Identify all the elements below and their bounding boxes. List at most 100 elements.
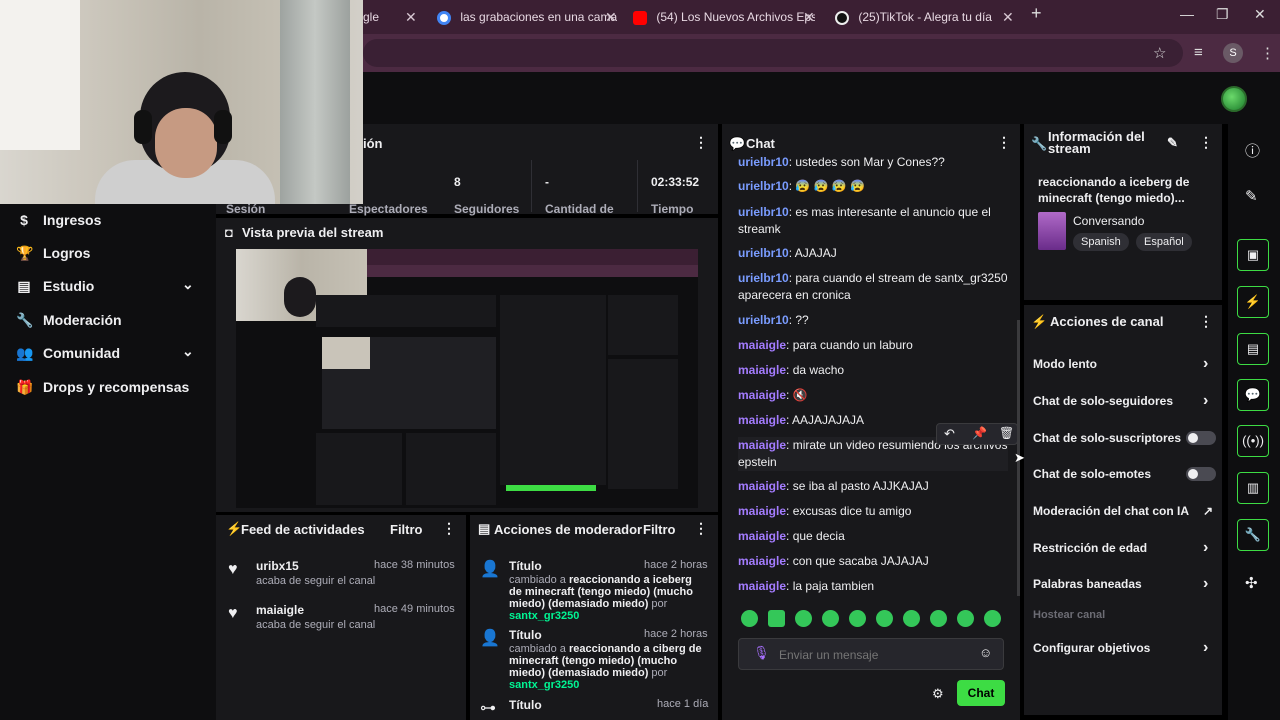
rail-button-lightning[interactable]: ⚡ [1237, 286, 1269, 318]
pin-icon[interactable]: 📌 [972, 426, 987, 440]
chat-username[interactable]: urielbr10 [738, 313, 789, 327]
more-options-icon[interactable]: ⋮ [694, 134, 708, 151]
more-options-icon[interactable]: ⋮ [997, 134, 1011, 151]
pencil-icon[interactable]: ✎ [1167, 135, 1178, 151]
rail-button-camera[interactable]: ▣ [1237, 239, 1269, 271]
chat-username[interactable]: urielbr10 [738, 155, 789, 169]
chat-username[interactable]: maiaigle [738, 529, 786, 543]
nav-item-moderacion[interactable]: 🔧 Moderación [0, 304, 216, 336]
new-tab-button[interactable]: + [1031, 3, 1042, 24]
reply-icon[interactable]: ↶ [944, 426, 955, 442]
pencil-icon[interactable]: ✎ [1245, 187, 1258, 205]
action-followers-only[interactable]: Chat de solo-seguidores › [1033, 392, 1218, 414]
nav-item-drops[interactable]: 🎁 Drops y recompensas [0, 371, 216, 403]
nav-item-ingresos[interactable]: $ Ingresos [0, 204, 216, 236]
close-window-button[interactable]: ✕ [1254, 6, 1266, 23]
browser-tab-2[interactable]: las grabaciones en una camara ✕ [437, 4, 617, 30]
emote-icon[interactable] [984, 610, 1001, 627]
profile-avatar[interactable]: S [1223, 43, 1243, 63]
rail-button-list[interactable]: ▤ [1237, 333, 1269, 365]
action-ai-moderation[interactable]: Moderación del chat con IA ↗ [1033, 504, 1218, 524]
feed-filter-button[interactable]: Filtro [390, 522, 423, 537]
chat-input[interactable] [779, 646, 959, 664]
toggle-icon: ⊶ [480, 700, 496, 717]
chevron-down-icon[interactable]: ⌄ [182, 276, 194, 293]
minimize-button[interactable]: — [1180, 6, 1194, 22]
browser-tab-4[interactable]: (25)TikTok - Alegra tu día ✕ [835, 4, 1017, 30]
tag-spanish[interactable]: Spanish [1073, 233, 1129, 251]
close-icon[interactable]: ✕ [405, 4, 418, 30]
chat-username[interactable]: maiaigle [738, 413, 786, 427]
trash-icon[interactable]: 🗑 [999, 426, 1014, 440]
nav-item-logros[interactable]: 🏆 Logros [0, 237, 216, 269]
emote-icon[interactable] [849, 610, 866, 627]
maximize-button[interactable]: ❐ [1216, 6, 1229, 23]
media-control-icon[interactable]: ≡ [1194, 44, 1203, 61]
emote-icon[interactable] [822, 610, 839, 627]
stream-preview-video[interactable] [236, 249, 698, 508]
more-options-icon[interactable]: ⋮ [1199, 313, 1213, 330]
nav-item-estudio[interactable]: ▤ Estudio ⌄ [0, 270, 216, 302]
bookmark-star-icon[interactable]: ☆ [1153, 44, 1166, 62]
subs-only-toggle[interactable] [1186, 431, 1216, 445]
tag-espanol[interactable]: Español [1136, 233, 1192, 251]
action-set-goals[interactable]: Configurar objetivos › [1033, 639, 1218, 661]
emoji-icon[interactable]: ☺ [979, 645, 992, 660]
gear-icon[interactable]: ⚙ [932, 686, 944, 702]
close-icon[interactable]: ✕ [803, 4, 815, 30]
mod-user[interactable]: santx_gr3250 [509, 610, 579, 622]
info-icon[interactable]: ⓘ [1245, 140, 1260, 161]
chat-username[interactable]: maiaigle [738, 438, 786, 452]
chat-input-box[interactable]: 🎙 ☺ [738, 638, 1004, 670]
mod-filter-button[interactable]: Filtro [643, 522, 676, 537]
emote-icon[interactable] [795, 610, 812, 627]
chat-username[interactable]: urielbr10 [738, 271, 789, 285]
category-name[interactable]: Conversando [1073, 214, 1144, 228]
mod-user[interactable]: santx_gr3250 [509, 679, 579, 691]
chat-username[interactable]: urielbr10 [738, 246, 789, 260]
extensions-icon[interactable]: ✣ [1245, 574, 1258, 592]
user-avatar[interactable] [1221, 86, 1247, 112]
category-box-art[interactable] [1038, 212, 1066, 250]
emote-icon[interactable] [741, 610, 758, 627]
emote-icon[interactable] [876, 610, 893, 627]
browser-tab-1[interactable]: gle ✕ [363, 4, 418, 30]
more-options-icon[interactable]: ⋮ [1199, 134, 1213, 151]
chat-username[interactable]: maiaigle [738, 554, 786, 568]
chat-username[interactable]: urielbr10 [738, 179, 789, 193]
emotes-only-toggle[interactable] [1186, 467, 1216, 481]
chat-username[interactable]: maiaigle [738, 479, 786, 493]
more-options-icon[interactable]: ⋮ [694, 520, 708, 537]
preview-info [608, 295, 678, 355]
close-icon[interactable]: ✕ [1002, 4, 1017, 30]
feed-username[interactable]: maiaigle [256, 603, 304, 617]
emote-icon[interactable] [930, 610, 947, 627]
emote-icon[interactable] [957, 610, 974, 627]
chat-username[interactable]: urielbr10 [738, 205, 789, 219]
rail-button-chat[interactable]: 💬 [1237, 379, 1269, 411]
chat-username[interactable]: maiaigle [738, 388, 786, 402]
emote-icon[interactable] [903, 610, 920, 627]
browser-tab-3[interactable]: (54) Los Nuevos Archivos Epste ✕ [633, 4, 815, 30]
action-banned-words[interactable]: Palabras baneadas › [1033, 575, 1218, 597]
chat-send-button[interactable]: Chat [957, 680, 1005, 706]
chat-username[interactable]: maiaigle [738, 579, 786, 593]
rail-button-broadcast[interactable]: ((•)) [1237, 425, 1269, 457]
rail-button-wrench[interactable]: 🔧 [1237, 519, 1269, 551]
browser-menu-icon[interactable]: ⋮ [1260, 44, 1275, 62]
wrench-icon: 🔧 [16, 312, 34, 328]
chat-username[interactable]: maiaigle [738, 504, 786, 518]
close-icon[interactable]: ✕ [605, 4, 617, 30]
action-age-restriction[interactable]: Restricción de edad › [1033, 539, 1218, 561]
more-options-icon[interactable]: ⋮ [442, 520, 456, 537]
microphone-icon[interactable]: 🎙 [753, 645, 770, 661]
chat-username[interactable]: maiaigle [738, 363, 786, 377]
chat-username[interactable]: maiaigle [738, 338, 786, 352]
emote-icon[interactable] [768, 610, 785, 627]
feed-username[interactable]: uribx15 [256, 559, 299, 573]
action-slow-mode[interactable]: Modo lento › [1033, 355, 1218, 377]
chevron-down-icon[interactable]: ⌄ [182, 343, 194, 360]
nav-item-comunidad[interactable]: 👥 Comunidad ⌄ [0, 337, 216, 369]
url-field[interactable] [363, 39, 1183, 67]
rail-button-layout[interactable]: ▥ [1237, 472, 1269, 504]
